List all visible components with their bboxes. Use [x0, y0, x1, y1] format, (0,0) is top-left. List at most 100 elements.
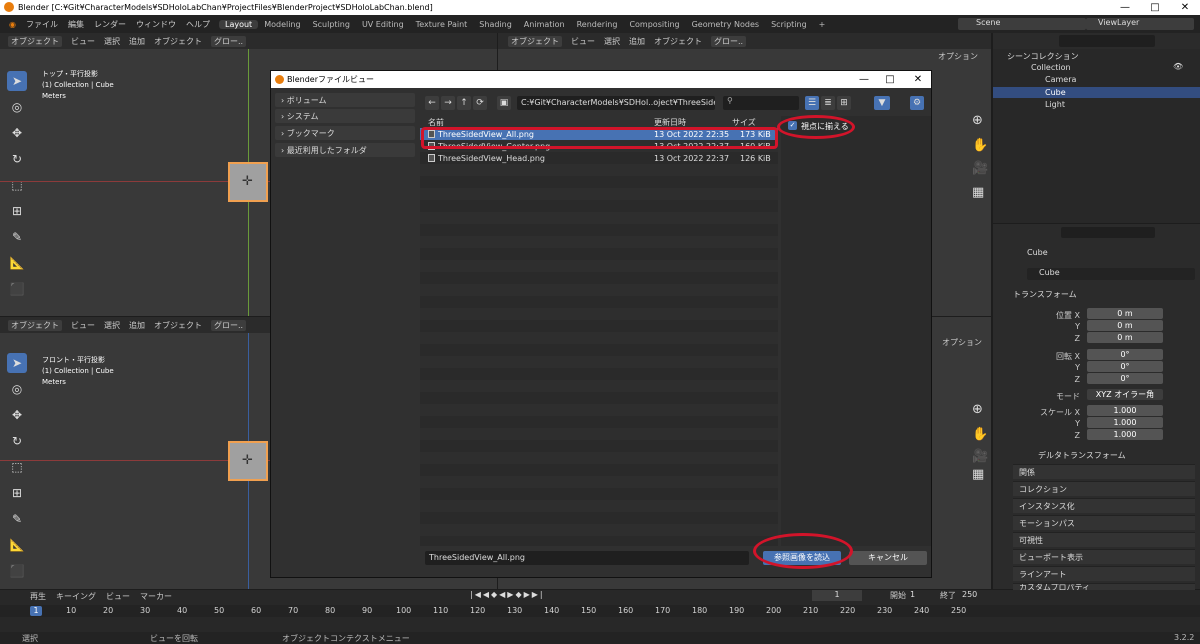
- settings-gear-icon[interactable]: ⚙: [910, 96, 924, 110]
- mode-selector-2[interactable]: オブジェクト: [508, 35, 562, 47]
- menu-view-3[interactable]: ビュー: [71, 320, 95, 331]
- path-field[interactable]: C:¥Git¥CharacterModels¥SDHol..oject¥Thre…: [517, 96, 715, 110]
- detail-view-icon[interactable]: ≣: [821, 96, 835, 110]
- outliner-search[interactable]: [1059, 35, 1155, 47]
- section-visibility[interactable]: 可視性: [1013, 532, 1195, 547]
- workspace-tab-layout[interactable]: Layout: [218, 19, 259, 29]
- annotate-tool-icon[interactable]: ✎: [7, 227, 27, 247]
- playhead-frame[interactable]: 1: [30, 606, 42, 616]
- options-menu-2[interactable]: オプション: [942, 337, 982, 348]
- dialog-maximize-button[interactable]: □: [877, 71, 903, 88]
- menu-view-2[interactable]: ビュー: [571, 36, 595, 47]
- section-viewport-display[interactable]: ビューポート表示: [1013, 549, 1195, 564]
- menu-file[interactable]: ファイル: [21, 19, 63, 30]
- end-frame-field[interactable]: 250: [962, 590, 986, 599]
- section-line-art[interactable]: ラインアート: [1013, 566, 1195, 581]
- mode-selector-3[interactable]: オブジェクト: [8, 319, 62, 331]
- workspace-tab-compositing[interactable]: Compositing: [623, 20, 685, 29]
- add-cube-tool-icon[interactable]: ⬛: [7, 279, 27, 299]
- timeline-playback-menu[interactable]: 再生: [30, 591, 46, 602]
- filter-funnel-icon[interactable]: ▼: [874, 96, 890, 110]
- refresh-icon[interactable]: ⟳: [473, 96, 487, 110]
- column-name[interactable]: 名前: [428, 117, 444, 128]
- outliner-item-camera[interactable]: Camera: [1045, 75, 1076, 84]
- select-tool-icon[interactable]: ➤: [7, 353, 27, 373]
- pan-hand-icon[interactable]: ✋: [972, 138, 988, 153]
- workspace-tab-texture-paint[interactable]: Texture Paint: [410, 20, 474, 29]
- visibility-eye-icon[interactable]: 👁: [1173, 62, 1183, 71]
- menu-window[interactable]: ウィンドウ: [131, 19, 181, 30]
- sidebar-volumes[interactable]: › ボリューム: [275, 93, 415, 107]
- camera-view-icon[interactable]: 🎥: [972, 161, 988, 176]
- rotation-z-field[interactable]: 0°: [1087, 373, 1163, 384]
- workspace-tab-modeling[interactable]: Modeling: [258, 20, 306, 29]
- playback-controls[interactable]: |◀◀◆◀▶◆▶▶|: [470, 590, 545, 599]
- new-folder-icon[interactable]: ▣: [497, 96, 511, 110]
- menu-add-2[interactable]: 追加: [629, 36, 645, 47]
- menu-select-2[interactable]: 選択: [604, 36, 620, 47]
- cancel-button[interactable]: キャンセル: [849, 551, 927, 565]
- scale-x-field[interactable]: 1.000: [1087, 405, 1163, 416]
- menu-edit[interactable]: 編集: [63, 19, 89, 30]
- grid-icon[interactable]: ▦: [972, 467, 984, 482]
- start-frame-field[interactable]: 1: [910, 590, 930, 599]
- mode-selector[interactable]: オブジェクト: [8, 35, 62, 47]
- rotation-x-field[interactable]: 0°: [1087, 349, 1163, 360]
- pan-hand-icon[interactable]: ✋: [972, 427, 988, 442]
- measure-tool-icon[interactable]: 📐: [7, 253, 27, 273]
- column-size[interactable]: サイズ: [732, 117, 756, 128]
- scene-selector[interactable]: Scene: [958, 18, 1086, 30]
- current-frame-field[interactable]: 1: [812, 590, 862, 601]
- dialog-minimize-button[interactable]: —: [851, 71, 877, 88]
- workspace-tab-rendering[interactable]: Rendering: [571, 20, 624, 29]
- frame-ruler[interactable]: 1 10 20 30 40 50 60 70 80 90 100 110 120…: [0, 605, 1200, 617]
- rotation-mode-dropdown[interactable]: XYZ オイラー角: [1087, 389, 1163, 400]
- transform-tool-icon[interactable]: ⊞: [7, 483, 27, 503]
- timeline-marker-menu[interactable]: マーカー: [140, 591, 172, 602]
- workspace-tab-geometry-nodes[interactable]: Geometry Nodes: [686, 20, 765, 29]
- blender-menu-icon[interactable]: ◉: [4, 20, 21, 29]
- transform-tool-icon[interactable]: ⊞: [7, 201, 27, 221]
- workspace-tab-uv-editing[interactable]: UV Editing: [356, 20, 410, 29]
- scale-y-field[interactable]: 1.000: [1087, 417, 1163, 428]
- section-relations[interactable]: 関係: [1013, 464, 1195, 479]
- file-row[interactable]: ThreeSidedView_Head.png 13 Oct 2022 22:3…: [420, 152, 778, 164]
- section-custom-properties[interactable]: カスタムプロパティ: [1013, 583, 1195, 590]
- back-arrow-icon[interactable]: ←: [425, 96, 439, 110]
- rotate-tool-icon[interactable]: ↻: [7, 431, 27, 451]
- menu-select-3[interactable]: 選択: [104, 320, 120, 331]
- filename-field[interactable]: ThreeSidedView_All.png: [425, 551, 749, 565]
- camera-view-icon[interactable]: 🎥: [972, 449, 988, 464]
- menu-add-3[interactable]: 追加: [129, 320, 145, 331]
- zoom-icon[interactable]: ⊕: [972, 402, 983, 417]
- transform-orientation-3[interactable]: グロー..: [211, 319, 247, 331]
- select-tool-icon[interactable]: ➤: [7, 71, 27, 91]
- location-z-field[interactable]: 0 m: [1087, 332, 1163, 343]
- cursor-tool-icon[interactable]: ◎: [7, 97, 27, 117]
- section-collections[interactable]: コレクション: [1013, 481, 1195, 496]
- grid-icon[interactable]: ▦: [972, 185, 984, 200]
- parent-dir-icon[interactable]: ↑: [457, 96, 471, 110]
- location-y-field[interactable]: 0 m: [1087, 320, 1163, 331]
- menu-object-3[interactable]: オブジェクト: [154, 320, 202, 331]
- add-workspace-button[interactable]: +: [813, 20, 832, 29]
- timeline-keying-menu[interactable]: キーイング: [56, 591, 96, 602]
- transform-orientation[interactable]: グロー..: [211, 35, 247, 47]
- maximize-button[interactable]: □: [1140, 0, 1170, 15]
- sidebar-system[interactable]: › システム: [275, 109, 415, 123]
- minimize-button[interactable]: —: [1110, 0, 1140, 15]
- workspace-tab-scripting[interactable]: Scripting: [765, 20, 813, 29]
- menu-view[interactable]: ビュー: [71, 36, 95, 47]
- column-date[interactable]: 更新日時: [654, 117, 686, 128]
- workspace-tab-sculpting[interactable]: Sculpting: [307, 20, 356, 29]
- workspace-tab-shading[interactable]: Shading: [473, 20, 518, 29]
- scale-tool-icon[interactable]: ⬚: [7, 175, 27, 195]
- menu-help[interactable]: ヘルプ: [181, 19, 215, 30]
- menu-select[interactable]: 選択: [104, 36, 120, 47]
- object-name-field[interactable]: Cube: [1027, 268, 1195, 280]
- cursor-tool-icon[interactable]: ◎: [7, 379, 27, 399]
- move-tool-icon[interactable]: ✥: [7, 123, 27, 143]
- sidebar-bookmarks[interactable]: › ブックマーク: [275, 126, 415, 140]
- options-menu[interactable]: オプション: [938, 51, 978, 62]
- menu-render[interactable]: レンダー: [89, 19, 131, 30]
